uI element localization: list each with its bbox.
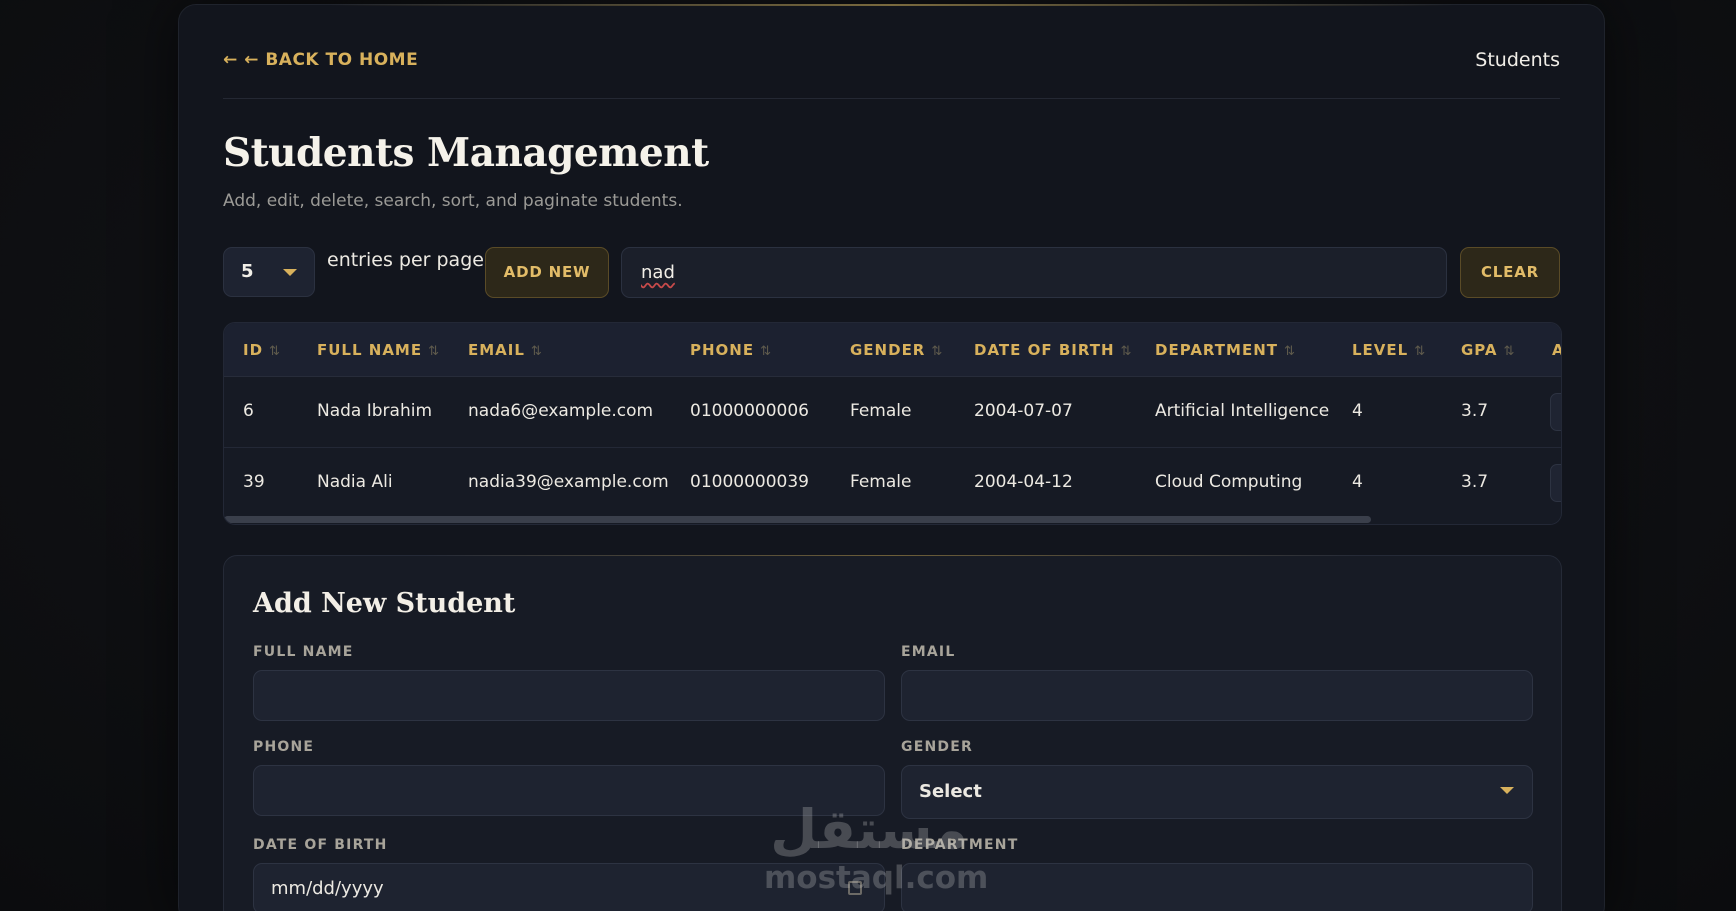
cell-id: 6 bbox=[243, 401, 254, 421]
sort-icon: ⇅ bbox=[428, 344, 441, 359]
clear-button[interactable]: CLEAR bbox=[1460, 247, 1560, 298]
gender-select[interactable]: Select bbox=[901, 765, 1533, 819]
calendar-icon[interactable] bbox=[848, 881, 862, 895]
cell-email: nadia39@example.com bbox=[468, 472, 669, 492]
cell-email: nada6@example.com bbox=[468, 401, 654, 421]
entries-value: 5 bbox=[241, 261, 254, 282]
page-subtitle: Add, edit, delete, search, sort, and pag… bbox=[223, 191, 683, 211]
horizontal-scrollbar[interactable] bbox=[224, 515, 1561, 524]
phone-label: PHONE bbox=[253, 739, 315, 755]
gender-value: Select bbox=[919, 781, 982, 802]
column-header-id[interactable]: ID ⇅ bbox=[243, 341, 281, 359]
column-header-gender[interactable]: GENDER ⇅ bbox=[850, 341, 943, 359]
cell-gpa: 3.7 bbox=[1461, 401, 1489, 421]
column-header-phone[interactable]: PHONE ⇅ bbox=[690, 341, 772, 359]
table-row: 39 Nadia Ali nadia39@example.com 0100000… bbox=[224, 448, 1561, 519]
column-header-gpa[interactable]: GPA ⇅ bbox=[1461, 341, 1515, 359]
sort-icon: ⇅ bbox=[530, 344, 543, 359]
row-action-button[interactable] bbox=[1550, 393, 1561, 431]
cell-department: Artificial Intelligence bbox=[1155, 401, 1330, 421]
cell-full-name: Nadia Ali bbox=[317, 472, 393, 492]
department-label: DEPARTMENT bbox=[901, 837, 1019, 853]
table-controls: 5 entries per page ADD NEW nad CLEAR bbox=[223, 247, 1560, 299]
scrollbar-thumb[interactable] bbox=[224, 516, 1371, 523]
column-header-full-name[interactable]: FULL NAME ⇅ bbox=[317, 341, 440, 359]
column-header-email[interactable]: EMAIL ⇅ bbox=[468, 341, 543, 359]
sort-icon: ⇅ bbox=[1414, 344, 1427, 359]
add-student-form: Add New Student FULL NAME EMAIL PHONE GE… bbox=[223, 555, 1562, 911]
form-title: Add New Student bbox=[253, 588, 516, 619]
table-header: ID ⇅ FULL NAME ⇅ EMAIL ⇅ PHONE ⇅ GENDER ⇅ DAT… bbox=[224, 323, 1561, 377]
cell-date-of-birth: 2004-07-07 bbox=[974, 401, 1073, 421]
entries-per-page-select[interactable]: 5 bbox=[223, 247, 315, 297]
entries-per-page-label: entries per page bbox=[327, 249, 484, 271]
date-of-birth-label: DATE OF BIRTH bbox=[253, 837, 388, 853]
current-page-label: Students bbox=[1475, 49, 1560, 71]
cell-gender: Female bbox=[850, 401, 912, 421]
page-title: Students Management bbox=[223, 130, 709, 176]
chevron-down-icon bbox=[283, 269, 297, 276]
cell-department: Cloud Computing bbox=[1155, 472, 1303, 492]
cell-level: 4 bbox=[1352, 472, 1363, 492]
table-row: 6 Nada Ibrahim nada6@example.com 0100000… bbox=[224, 377, 1561, 448]
cell-full-name: Nada Ibrahim bbox=[317, 401, 433, 421]
search-input[interactable]: nad bbox=[621, 247, 1447, 298]
date-of-birth-input[interactable]: mm/dd/yyyy bbox=[253, 863, 885, 911]
sort-icon: ⇅ bbox=[1284, 344, 1296, 359]
full-name-label: FULL NAME bbox=[253, 644, 354, 660]
back-to-home-link[interactable]: ← ← BACK TO HOME bbox=[223, 50, 418, 70]
column-header-actions[interactable]: A bbox=[1552, 341, 1561, 359]
department-input[interactable] bbox=[901, 863, 1533, 911]
date-placeholder: mm/dd/yyyy bbox=[271, 878, 384, 899]
sort-icon: ⇅ bbox=[269, 344, 281, 359]
sort-icon: ⇅ bbox=[1503, 344, 1516, 359]
full-name-input[interactable] bbox=[253, 670, 885, 721]
search-value: nad bbox=[641, 262, 675, 283]
cell-gpa: 3.7 bbox=[1461, 472, 1489, 492]
cell-phone: 01000000006 bbox=[690, 401, 809, 421]
cell-id: 39 bbox=[243, 472, 265, 492]
students-table: ID ⇅ FULL NAME ⇅ EMAIL ⇅ PHONE ⇅ GENDER ⇅ DAT… bbox=[223, 322, 1562, 525]
email-label: EMAIL bbox=[901, 644, 956, 660]
column-header-department[interactable]: DEPARTMENT ⇅ bbox=[1155, 341, 1296, 359]
row-action-button[interactable] bbox=[1550, 464, 1561, 502]
add-new-button[interactable]: ADD NEW bbox=[485, 247, 609, 298]
cell-phone: 01000000039 bbox=[690, 472, 809, 492]
sort-icon: ⇅ bbox=[931, 344, 944, 359]
main-panel: ← ← BACK TO HOME Students Students Manag… bbox=[178, 4, 1605, 911]
column-header-date-of-birth[interactable]: DATE OF BIRTH ⇅ bbox=[974, 341, 1132, 359]
email-input[interactable] bbox=[901, 670, 1533, 721]
cell-gender: Female bbox=[850, 472, 912, 492]
chevron-down-icon bbox=[1500, 787, 1514, 794]
cell-date-of-birth: 2004-04-12 bbox=[974, 472, 1073, 492]
sort-icon: ⇅ bbox=[760, 344, 773, 359]
phone-input[interactable] bbox=[253, 765, 885, 816]
column-header-level[interactable]: LEVEL ⇅ bbox=[1352, 341, 1426, 359]
cell-level: 4 bbox=[1352, 401, 1363, 421]
sort-icon: ⇅ bbox=[1120, 344, 1133, 359]
top-bar: ← ← BACK TO HOME Students bbox=[223, 41, 1560, 99]
gender-label: GENDER bbox=[901, 739, 973, 755]
